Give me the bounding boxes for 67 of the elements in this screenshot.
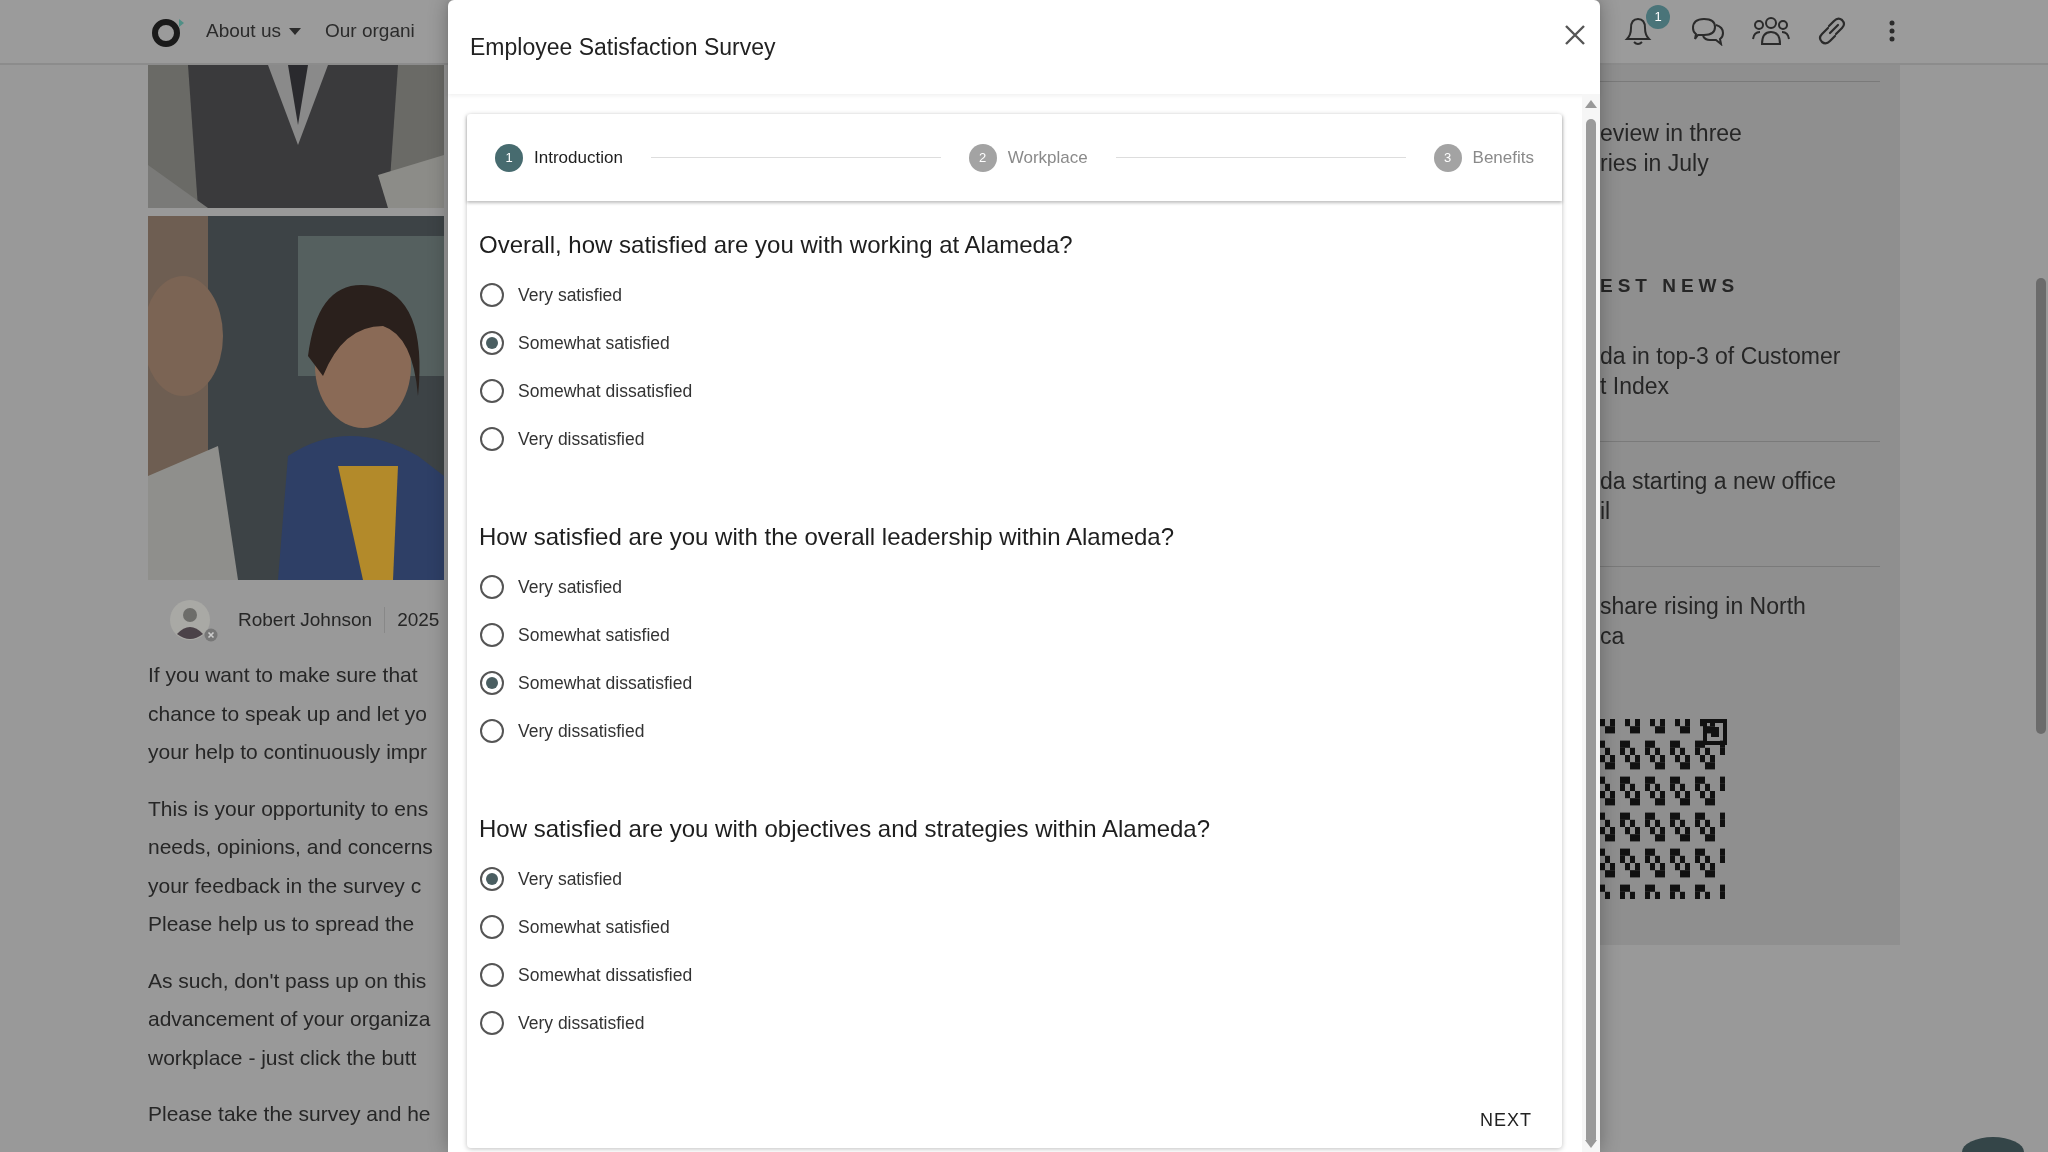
avatar — [170, 600, 210, 640]
radio-option[interactable]: Somewhat dissatisfied — [479, 367, 1550, 415]
radio-button[interactable] — [480, 575, 504, 599]
option-label: Very dissatisfied — [518, 1011, 645, 1035]
question-text: How satisfied are you with objectives and strategies within Alameda? — [479, 815, 1212, 843]
option-label: Somewhat satisfied — [518, 623, 670, 647]
radio-button[interactable] — [480, 963, 504, 987]
scroll-down-icon[interactable] — [1585, 1140, 1597, 1148]
caret-icon — [289, 27, 301, 36]
option-label: Somewhat dissatisfied — [518, 963, 693, 987]
author-name[interactable]: Robert Johnson — [238, 605, 373, 635]
option-label: Somewhat satisfied — [518, 331, 670, 355]
news-headline[interactable]: eview in three ries in July — [1600, 118, 1900, 178]
radio-option[interactable]: Somewhat satisfied — [479, 903, 1550, 951]
nav-link[interactable]: About us — [206, 17, 301, 46]
radio-button[interactable] — [480, 867, 504, 891]
option-label: Very dissatisfied — [518, 719, 645, 743]
radio-button[interactable] — [480, 427, 504, 451]
modal-scrollbar[interactable] — [1582, 94, 1600, 1152]
radio-option[interactable]: Somewhat dissatisfied — [479, 659, 1550, 707]
option-label: Very dissatisfied — [518, 427, 645, 451]
radio-button[interactable] — [480, 623, 504, 647]
remove-icon[interactable] — [204, 628, 218, 642]
people-icon[interactable] — [1752, 16, 1790, 46]
scroll-up-icon[interactable] — [1585, 100, 1597, 108]
radio-button[interactable] — [480, 671, 504, 695]
radio-option[interactable]: Somewhat satisfied — [479, 319, 1550, 367]
radio-button[interactable] — [480, 283, 504, 307]
radio-button[interactable] — [480, 915, 504, 939]
modal-title: Employee Satisfaction Survey — [470, 32, 776, 62]
radio-button[interactable] — [480, 719, 504, 743]
option-label: Very satisfied — [518, 283, 623, 307]
option-label: Somewhat dissatisfied — [518, 379, 693, 403]
radio-button[interactable] — [480, 331, 504, 355]
radio-option[interactable]: Very satisfied — [479, 563, 1550, 611]
section-title: EST NEWS — [1600, 274, 1741, 298]
news-headline[interactable]: da in top-3 of Customer t Index — [1600, 300, 1900, 441]
option-label: Somewhat satisfied — [518, 915, 670, 939]
radio-option[interactable]: Very satisfied — [479, 271, 1550, 319]
article-paragraph: If you want to make sure that chance to speak up and let yo your help to continuously impr — [148, 662, 429, 765]
step-number[interactable]: 1 — [495, 143, 523, 172]
nav-link[interactable]: Our organi — [325, 17, 415, 46]
post-date: 2025 — [397, 607, 440, 632]
news-headline[interactable]: share rising in North ca — [1600, 566, 1900, 691]
article-paragraph: Please take the survey and he — [148, 1101, 432, 1127]
radio-option[interactable]: Very satisfied — [479, 855, 1550, 903]
chat-icon[interactable] — [1690, 16, 1726, 46]
question-text: How satisfied are you with the overall leadership within Alameda? — [479, 523, 1176, 551]
radio-option[interactable]: Very dissatisfied — [479, 707, 1550, 755]
radio-option[interactable]: Somewhat dissatisfied — [479, 951, 1550, 999]
option-label: Somewhat dissatisfied — [518, 671, 693, 695]
question-text: Overall, how satisfied are you with working at Alameda? — [479, 231, 1074, 259]
option-label: Very satisfied — [518, 867, 623, 891]
next-button[interactable]: NEXT — [1468, 1101, 1544, 1140]
radio-button[interactable] — [480, 1011, 504, 1035]
close-icon[interactable] — [1564, 24, 1586, 46]
radio-button[interactable] — [480, 379, 504, 403]
step-label[interactable]: Introduction — [534, 144, 623, 171]
article-paragraph: As such, don't pass up on this advancement of your organiza workplace - just click the butt — [148, 967, 432, 1071]
article-paragraph: This is your opportunity to ens needs, opinions, and concerns your feedback in the survey c Please help us to spread the — [148, 795, 434, 937]
radio-option[interactable]: Very dissatisfied — [479, 999, 1550, 1047]
step-label[interactable]: Workplace — [1007, 144, 1088, 171]
more-icon[interactable] — [1888, 19, 1896, 43]
radio-option[interactable]: Very dissatisfied — [479, 415, 1550, 463]
news-headline[interactable]: da starting a new office il — [1600, 441, 1900, 566]
radio-option[interactable]: Somewhat satisfied — [479, 611, 1550, 659]
option-label: Very satisfied — [518, 575, 623, 599]
